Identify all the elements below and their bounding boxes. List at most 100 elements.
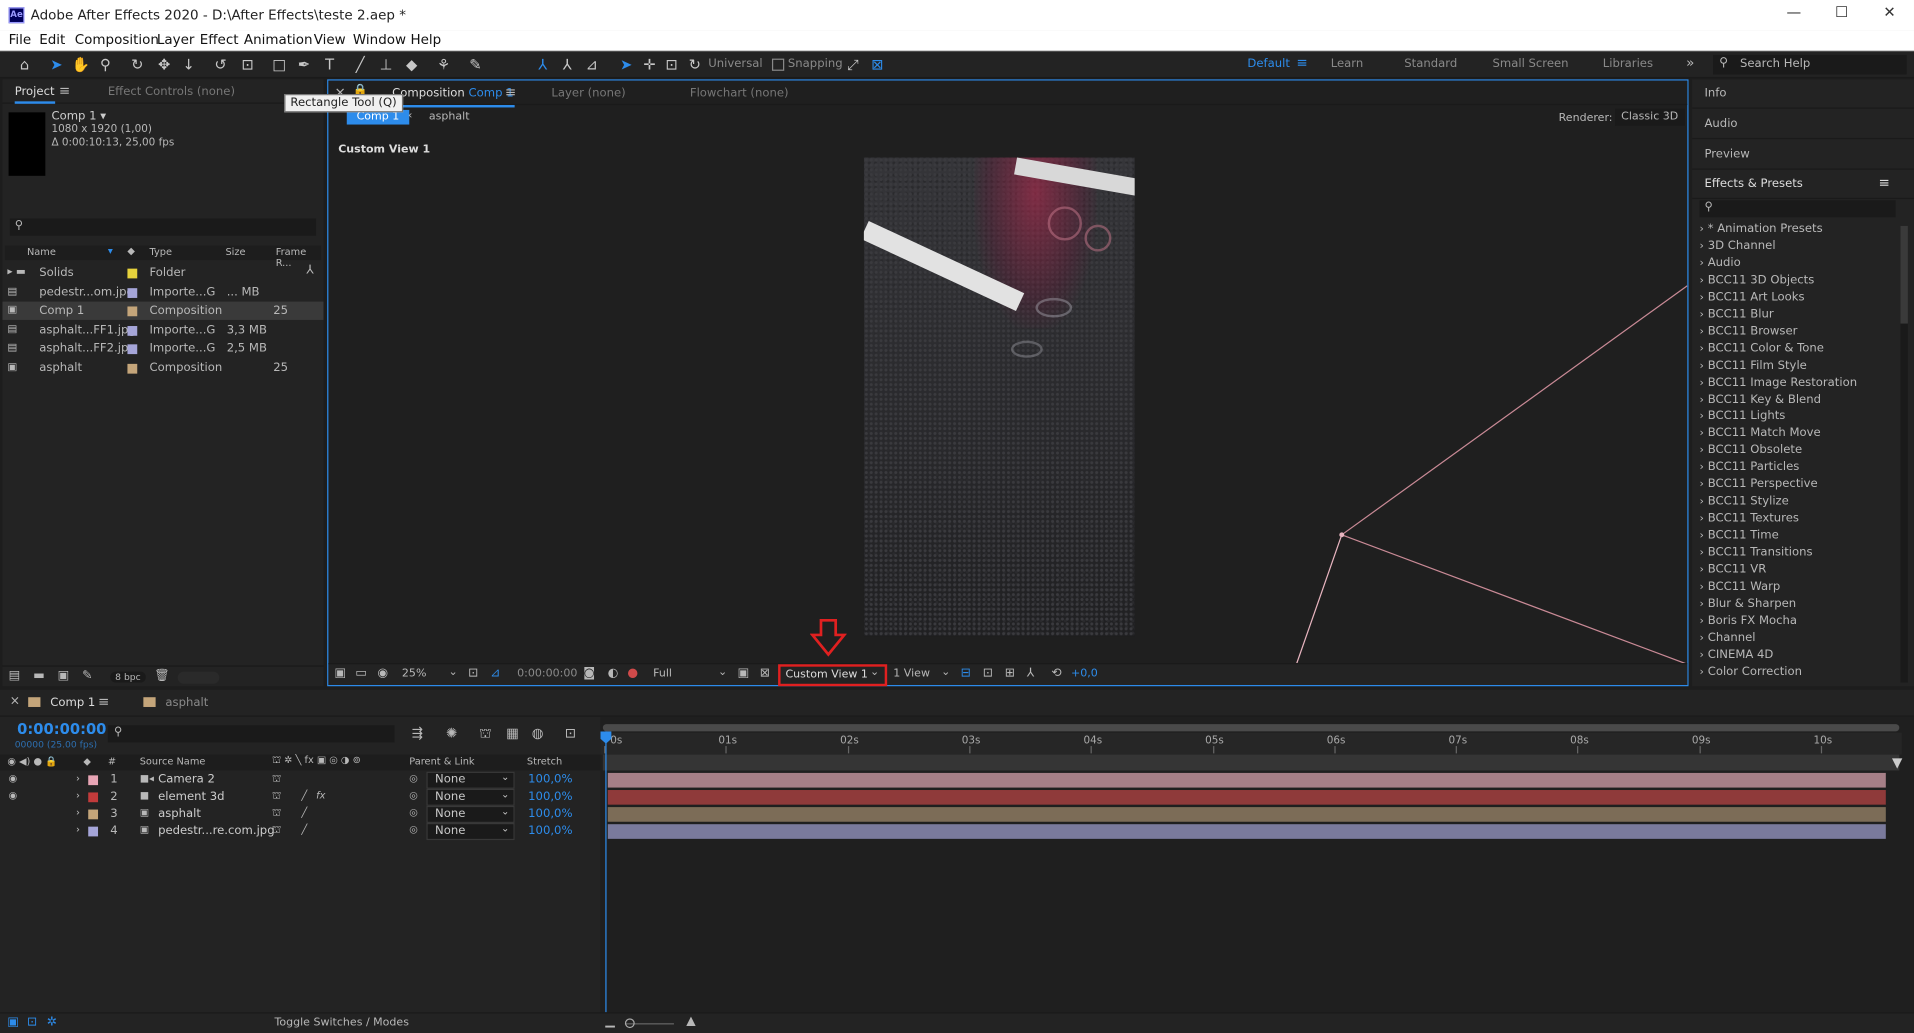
layer-duration-bar[interactable] [607, 772, 1886, 788]
effect-category[interactable]: › BCC11 Match Move [1700, 427, 1821, 440]
comp-mini-flowchart-icon[interactable]: ⇶ [412, 725, 423, 741]
brush-tool-icon[interactable]: ╱ [350, 55, 370, 75]
project-item[interactable]: ▤ asphalt...FF1.jpg Importe...G 3,3 MB [2, 321, 323, 339]
effect-category[interactable]: › * Animation Presets [1700, 222, 1823, 235]
effect-category[interactable]: › BCC11 Blur [1700, 307, 1774, 320]
comp-info-name[interactable]: Comp 1 ▾ [51, 110, 106, 123]
project-item[interactable]: ▣ asphalt Composition 25 [2, 358, 323, 376]
pickwhip-icon[interactable]: ◎ [409, 807, 418, 818]
project-settings-icon[interactable]: ✎ [82, 669, 92, 682]
timeline-icon[interactable]: ⊞ [1005, 667, 1015, 680]
label-column-icon[interactable]: ◆ [83, 756, 91, 767]
project-item[interactable]: ▤ asphalt...FF2.jpg Importe...G 2,5 MB [2, 339, 323, 357]
tab-effect-controls[interactable]: Effect Controls (none) [108, 85, 235, 98]
menu-layer[interactable]: Layer [157, 32, 195, 48]
draft-3d-icon[interactable]: ✺ [446, 725, 457, 741]
transparency-grid-icon[interactable]: ⊠ [760, 667, 770, 680]
in-out-pane-icon[interactable]: ✲ [47, 1016, 57, 1029]
shy-switch-icon[interactable]: ⛫ [272, 807, 281, 819]
expand-chevron-icon[interactable]: › [76, 790, 80, 801]
pen-tool-icon[interactable]: ✒ [294, 55, 314, 75]
effect-category[interactable]: › BCC11 Image Restoration [1700, 376, 1858, 389]
preview-icon[interactable]: ▣ [335, 667, 347, 680]
work-area-bar[interactable] [602, 724, 1900, 732]
shy-switch-icon[interactable]: ⛫ [272, 824, 281, 836]
parent-select[interactable]: None ⌄ [426, 771, 515, 789]
viewer-timecode[interactable]: 0:00:00:00 [517, 668, 577, 680]
menu-window[interactable]: Window [353, 32, 406, 48]
layer-duration-bar[interactable] [607, 807, 1886, 822]
tab-timeline-comp1[interactable]: Comp 1 [50, 696, 95, 709]
dolly-camera-icon[interactable]: ↓ [179, 55, 199, 75]
layer-switches-pane-icon[interactable]: ▣ [7, 1016, 19, 1029]
effect-category[interactable]: › BCC11 Key & Blend [1700, 393, 1821, 406]
effect-category[interactable]: › Boris FX Mocha [1700, 614, 1797, 627]
workspace-default[interactable]: Default [1247, 57, 1290, 70]
project-item[interactable]: ▣ Comp 1 Composition 25 [2, 301, 324, 320]
effect-category[interactable]: › Channel [1700, 631, 1756, 644]
universal-rotate-icon[interactable]: ↻ [685, 55, 705, 75]
chevron-down-icon[interactable]: ⌄ [941, 667, 950, 679]
universal-scale-icon[interactable]: ⊡ [662, 55, 682, 75]
home-icon[interactable]: ⌂ [15, 55, 35, 75]
chevron-down-icon[interactable]: ⌄ [718, 667, 727, 679]
bpc-button[interactable]: 8 bpc [110, 671, 146, 683]
zoom-out-icon[interactable]: ▁ [605, 1015, 614, 1028]
layer-duration-bar[interactable] [607, 824, 1886, 839]
stretch-value[interactable]: 100,0% [528, 824, 572, 837]
show-snapshot-icon[interactable]: ◐ [608, 667, 619, 680]
effect-category[interactable]: › BCC11 Perspective [1700, 478, 1818, 491]
parent-select[interactable]: None ⌄ [426, 822, 515, 841]
region-of-interest-icon[interactable]: ▣ [738, 667, 750, 680]
menu-edit[interactable]: Edit [39, 32, 65, 48]
parent-select[interactable]: None ⌄ [426, 788, 515, 806]
layer-label-swatch[interactable] [88, 809, 99, 820]
column-name[interactable]: Name [27, 247, 56, 258]
timeline-menu-icon[interactable]: ≡ [98, 694, 109, 710]
shy-layers-icon[interactable]: ⛫ [479, 725, 491, 743]
clone-stamp-icon[interactable]: ⊥ [376, 55, 396, 75]
scrollbar-thumb[interactable] [1900, 225, 1908, 324]
flowchart-icon[interactable]: ⅄ [1027, 667, 1034, 680]
info-panel-header[interactable]: Info [1692, 79, 1914, 109]
local-axis-icon[interactable]: ⅄ [533, 55, 553, 75]
stretch-value[interactable]: 100,0% [528, 790, 572, 803]
parent-select[interactable]: None ⌄ [426, 805, 515, 823]
layer-source-name[interactable]: element 3d [158, 790, 225, 803]
timeline-layer-row[interactable]: › 4 ▣ pedestr...re.com.jpg ⛫ ╱ ◎ None ⌄ 100,0% [0, 822, 600, 841]
effect-category[interactable]: › BCC11 Stylize [1700, 495, 1789, 508]
timeline-layer-row[interactable]: › 3 ▣ asphalt ⛫ ╱ ◎ None ⌄ 100,0% [0, 805, 600, 823]
fx-switch-icon[interactable]: fx [316, 790, 325, 801]
label-color-swatch[interactable] [127, 344, 138, 355]
flowchart-icon[interactable]: ⅄ [306, 264, 313, 277]
layer-source-name[interactable]: asphalt [158, 807, 201, 820]
active-view-select[interactable]: Custom View 1 ⌄ [778, 664, 888, 687]
effect-category[interactable]: › BCC11 VR [1700, 563, 1767, 576]
timeline-search-input[interactable]: ⚲ [107, 725, 395, 743]
menu-view[interactable]: View [314, 32, 346, 48]
menu-animation[interactable]: Animation [244, 32, 313, 48]
project-item[interactable]: ▸ ▬ Solids Folder [2, 264, 323, 282]
rectangle-tool-icon[interactable]: □ [270, 55, 290, 75]
layer-source-name[interactable]: pedestr...re.com.jpg [158, 824, 275, 837]
workspace-learn[interactable]: Learn [1331, 57, 1364, 70]
effect-category[interactable]: › BCC11 Film Style [1700, 358, 1807, 371]
close-window-button[interactable]: ✕ [1871, 4, 1908, 26]
menu-help[interactable]: Help [410, 32, 441, 48]
new-comp-icon[interactable]: ▣ [58, 669, 70, 682]
quality-switch-icon[interactable]: ╱ [301, 790, 307, 801]
universal-select-icon[interactable]: ➤ [616, 55, 636, 75]
minimize-button[interactable]: — [1776, 4, 1813, 26]
menu-file[interactable]: File [9, 32, 32, 48]
puppet-tool-icon[interactable]: ✎ [466, 55, 486, 75]
eraser-tool-icon[interactable]: ◆ [402, 55, 422, 75]
zoom-in-icon[interactable]: ▲ [686, 1015, 695, 1028]
monitor-icon[interactable]: ▭ [355, 667, 367, 680]
label-color-swatch[interactable] [127, 363, 138, 374]
column-size[interactable]: Size [225, 247, 245, 258]
effect-category[interactable]: › BCC11 Time [1700, 529, 1779, 542]
label-color-swatch[interactable] [127, 325, 138, 336]
expand-chevron-icon[interactable]: › [76, 824, 80, 835]
effect-category[interactable]: › Color Correction [1700, 665, 1802, 678]
column-number[interactable]: # [108, 756, 116, 767]
